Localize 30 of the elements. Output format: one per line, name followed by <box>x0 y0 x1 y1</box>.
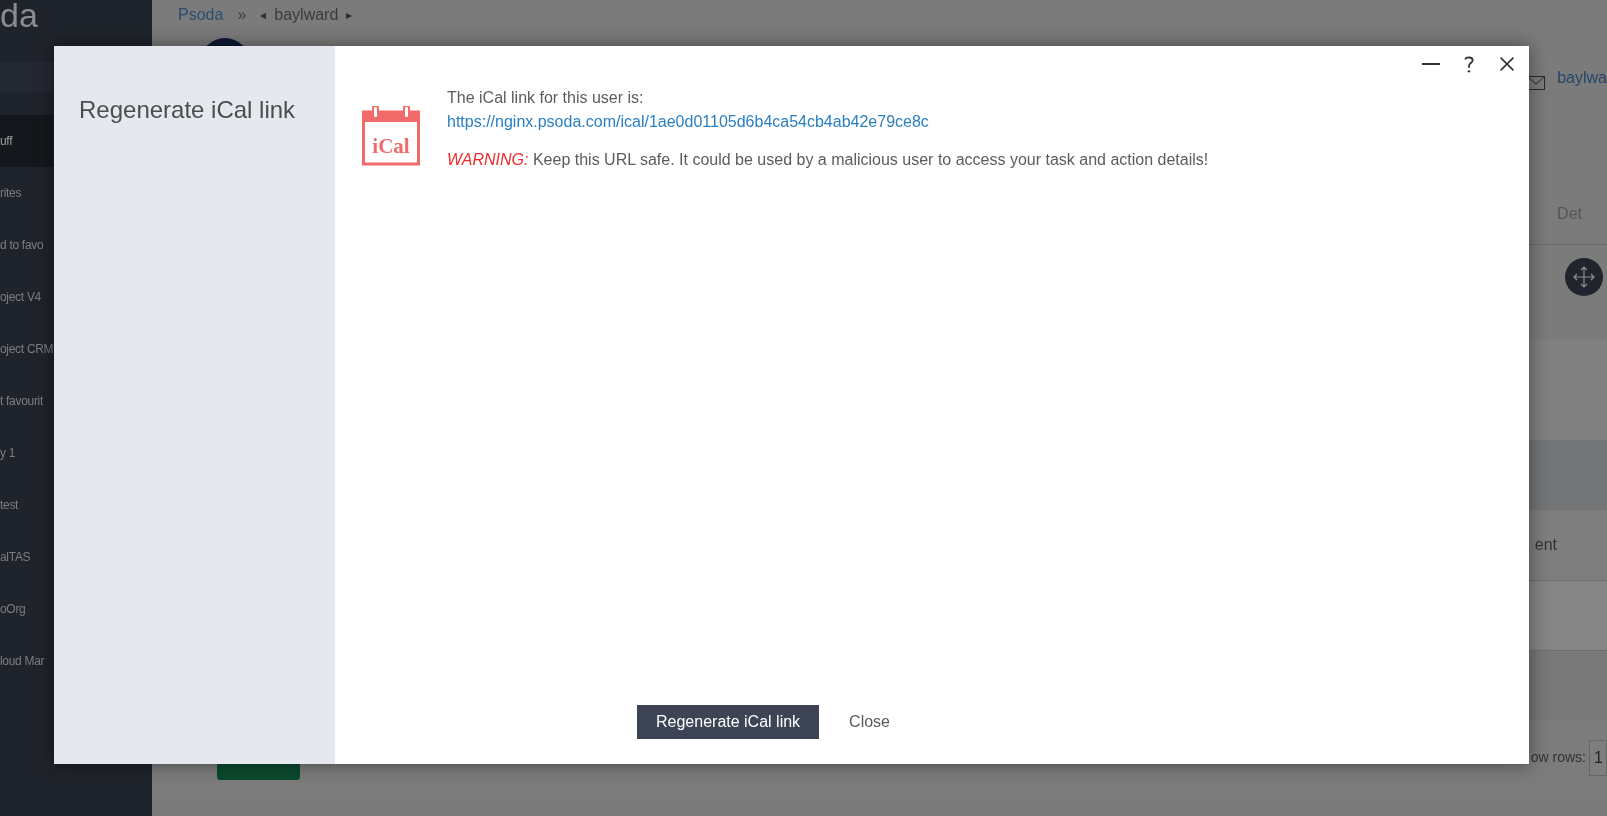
sidebar-item[interactable]: d to favo <box>0 219 53 271</box>
ical-link[interactable]: https://nginx.psoda.com/ical/1ae0d01105d6b4ca54cb4ab42e79ce8c <box>447 110 929 134</box>
regenerate-button[interactable]: Regenerate iCal link <box>637 705 820 739</box>
sidebar-item[interactable]: oject CRM <box>0 323 53 375</box>
move-icon[interactable] <box>1565 258 1603 296</box>
sidebar-item[interactable]: oOrg <box>0 583 53 635</box>
table-cell-text: ent <box>1534 535 1557 555</box>
sidebar-item[interactable]: test <box>0 479 53 531</box>
user-link[interactable]: baylwa <box>1557 66 1607 90</box>
rows-label: ow rows: <box>1530 748 1586 767</box>
dialog-title: Regenerate iCal link <box>79 96 297 125</box>
sidebar-item[interactable]: loud Mar <box>0 635 53 687</box>
sidebar-item[interactable]: alTAS <box>0 531 53 583</box>
close-link[interactable]: Close <box>849 705 890 739</box>
rows-field[interactable]: 1 <box>1589 739 1607 776</box>
previous-arrow[interactable]: ◂ <box>260 6 267 24</box>
warning-text: WARNING: Keep this URL safe. It could be used by a malicious user to access your task and action details! <box>447 150 1209 170</box>
breadcrumb-separator: » <box>237 5 247 25</box>
minimize-icon <box>1421 63 1441 65</box>
sidebar-item[interactable]: t favourit <box>0 375 53 427</box>
next-arrow[interactable]: ▸ <box>346 6 353 24</box>
intro-text: The iCal link for this user is: <box>447 88 645 108</box>
sidebar-item[interactable]: uff <box>0 115 53 167</box>
sidebar-item[interactable]: rites <box>0 167 53 219</box>
breadcrumb-link[interactable]: Psoda <box>178 3 224 27</box>
sidebar-item[interactable]: oject V4 <box>0 271 53 323</box>
logo-text: da <box>0 0 38 34</box>
envelope-icon <box>1527 76 1546 90</box>
breadcrumb-current: baylward <box>274 5 339 25</box>
sidebar-item[interactable]: y 1 <box>0 427 53 479</box>
